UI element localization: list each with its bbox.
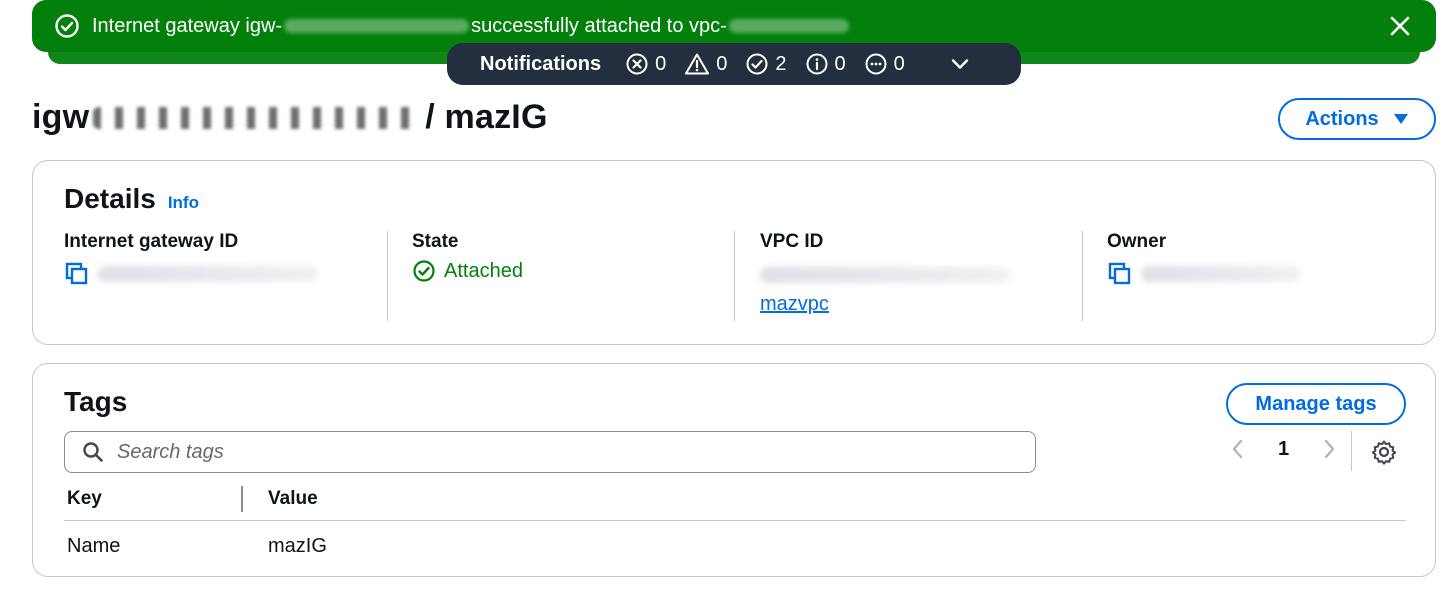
in-progress-icon [865,53,887,75]
vpc-id-column: VPC ID mazvpc [760,231,1080,321]
tag-key-cell: Name [67,535,121,557]
notif-info: 0 [805,52,846,76]
pagination: 1 [1228,437,1339,461]
state-column: State Attached [412,231,732,321]
tags-title: Tags [64,386,128,417]
notif-success-count: 2 [775,52,787,75]
copy-icon[interactable] [1107,261,1133,287]
notif-in-progress: 0 [864,52,905,76]
redacted-igw-id [284,19,470,33]
igw-id-column: Internet gateway ID [64,231,384,321]
search-tags-field[interactable] [64,431,1036,473]
owner-column: Owner [1107,231,1407,321]
column-header-value[interactable]: Value [268,488,318,510]
notif-errors: 0 [625,52,666,76]
manage-tags-button[interactable]: Manage tags [1226,383,1406,425]
notif-in-progress-count: 0 [893,52,905,75]
details-title: Details [64,183,156,214]
page-title: igw / mazIG [32,98,548,137]
igw-id-label: Internet gateway ID [64,231,239,252]
column-header-key[interactable]: Key [67,488,102,510]
tag-value-cell: mazIG [268,535,327,557]
page-title-prefix: igw [32,98,90,136]
actions-label: Actions [1305,107,1379,130]
details-header: Details Info [64,183,199,215]
flash-message-prefix: Internet gateway igw- [92,14,283,37]
chevron-down-icon[interactable] [949,53,971,75]
state-value: Attached [444,259,523,282]
info-icon [806,53,827,75]
redacted-owner-value [1141,266,1301,282]
flash-message-middle: successfully attached to vpc- [471,14,727,37]
redacted-igw-value [98,266,318,282]
success-status-icon [413,260,435,282]
state-status: Attached [412,259,732,283]
page-number[interactable]: 1 [1278,438,1289,461]
success-icon [746,53,768,75]
search-icon [81,440,105,464]
success-circle-icon [54,13,80,39]
actions-button[interactable]: Actions [1278,98,1436,140]
close-icon[interactable] [1386,12,1414,40]
vpc-name-link[interactable]: mazvpc [760,293,829,316]
pager-divider [1351,431,1352,471]
column-divider [1082,231,1083,321]
chevron-right-icon[interactable] [1319,437,1339,461]
state-label: State [412,231,459,252]
notif-info-count: 0 [834,52,846,75]
redacted-vpc-id [728,19,849,33]
chevron-left-icon[interactable] [1228,437,1248,461]
notif-warnings-count: 0 [716,52,728,75]
notifications-title: Notifications [480,52,602,75]
notifications-bar[interactable]: Notifications 0 0 2 0 0 [447,43,1021,85]
page-title-suffix: / mazIG [425,98,548,136]
redacted-vpc-value [760,267,1010,283]
notif-warnings: 0 [684,52,727,76]
error-icon [626,53,648,75]
notif-success: 2 [745,52,787,76]
column-divider [387,231,388,321]
table-header-divider [64,520,1406,521]
redacted-title-id [93,106,424,129]
details-container: Details Info Internet gateway ID State A… [32,160,1436,345]
caret-down-icon [1393,113,1409,125]
column-divider [734,231,735,321]
warning-icon [685,53,710,75]
info-link[interactable]: Info [168,193,199,213]
owner-label: Owner [1107,231,1167,252]
column-resize-handle[interactable] [241,486,243,512]
gear-icon[interactable] [1371,439,1397,465]
notif-errors-count: 0 [655,52,667,75]
copy-icon[interactable] [64,261,90,287]
vpc-id-label: VPC ID [760,231,824,252]
search-tags-input[interactable] [117,440,917,464]
tags-container: Tags Manage tags 1 Key Value Name mazIG [32,363,1436,577]
